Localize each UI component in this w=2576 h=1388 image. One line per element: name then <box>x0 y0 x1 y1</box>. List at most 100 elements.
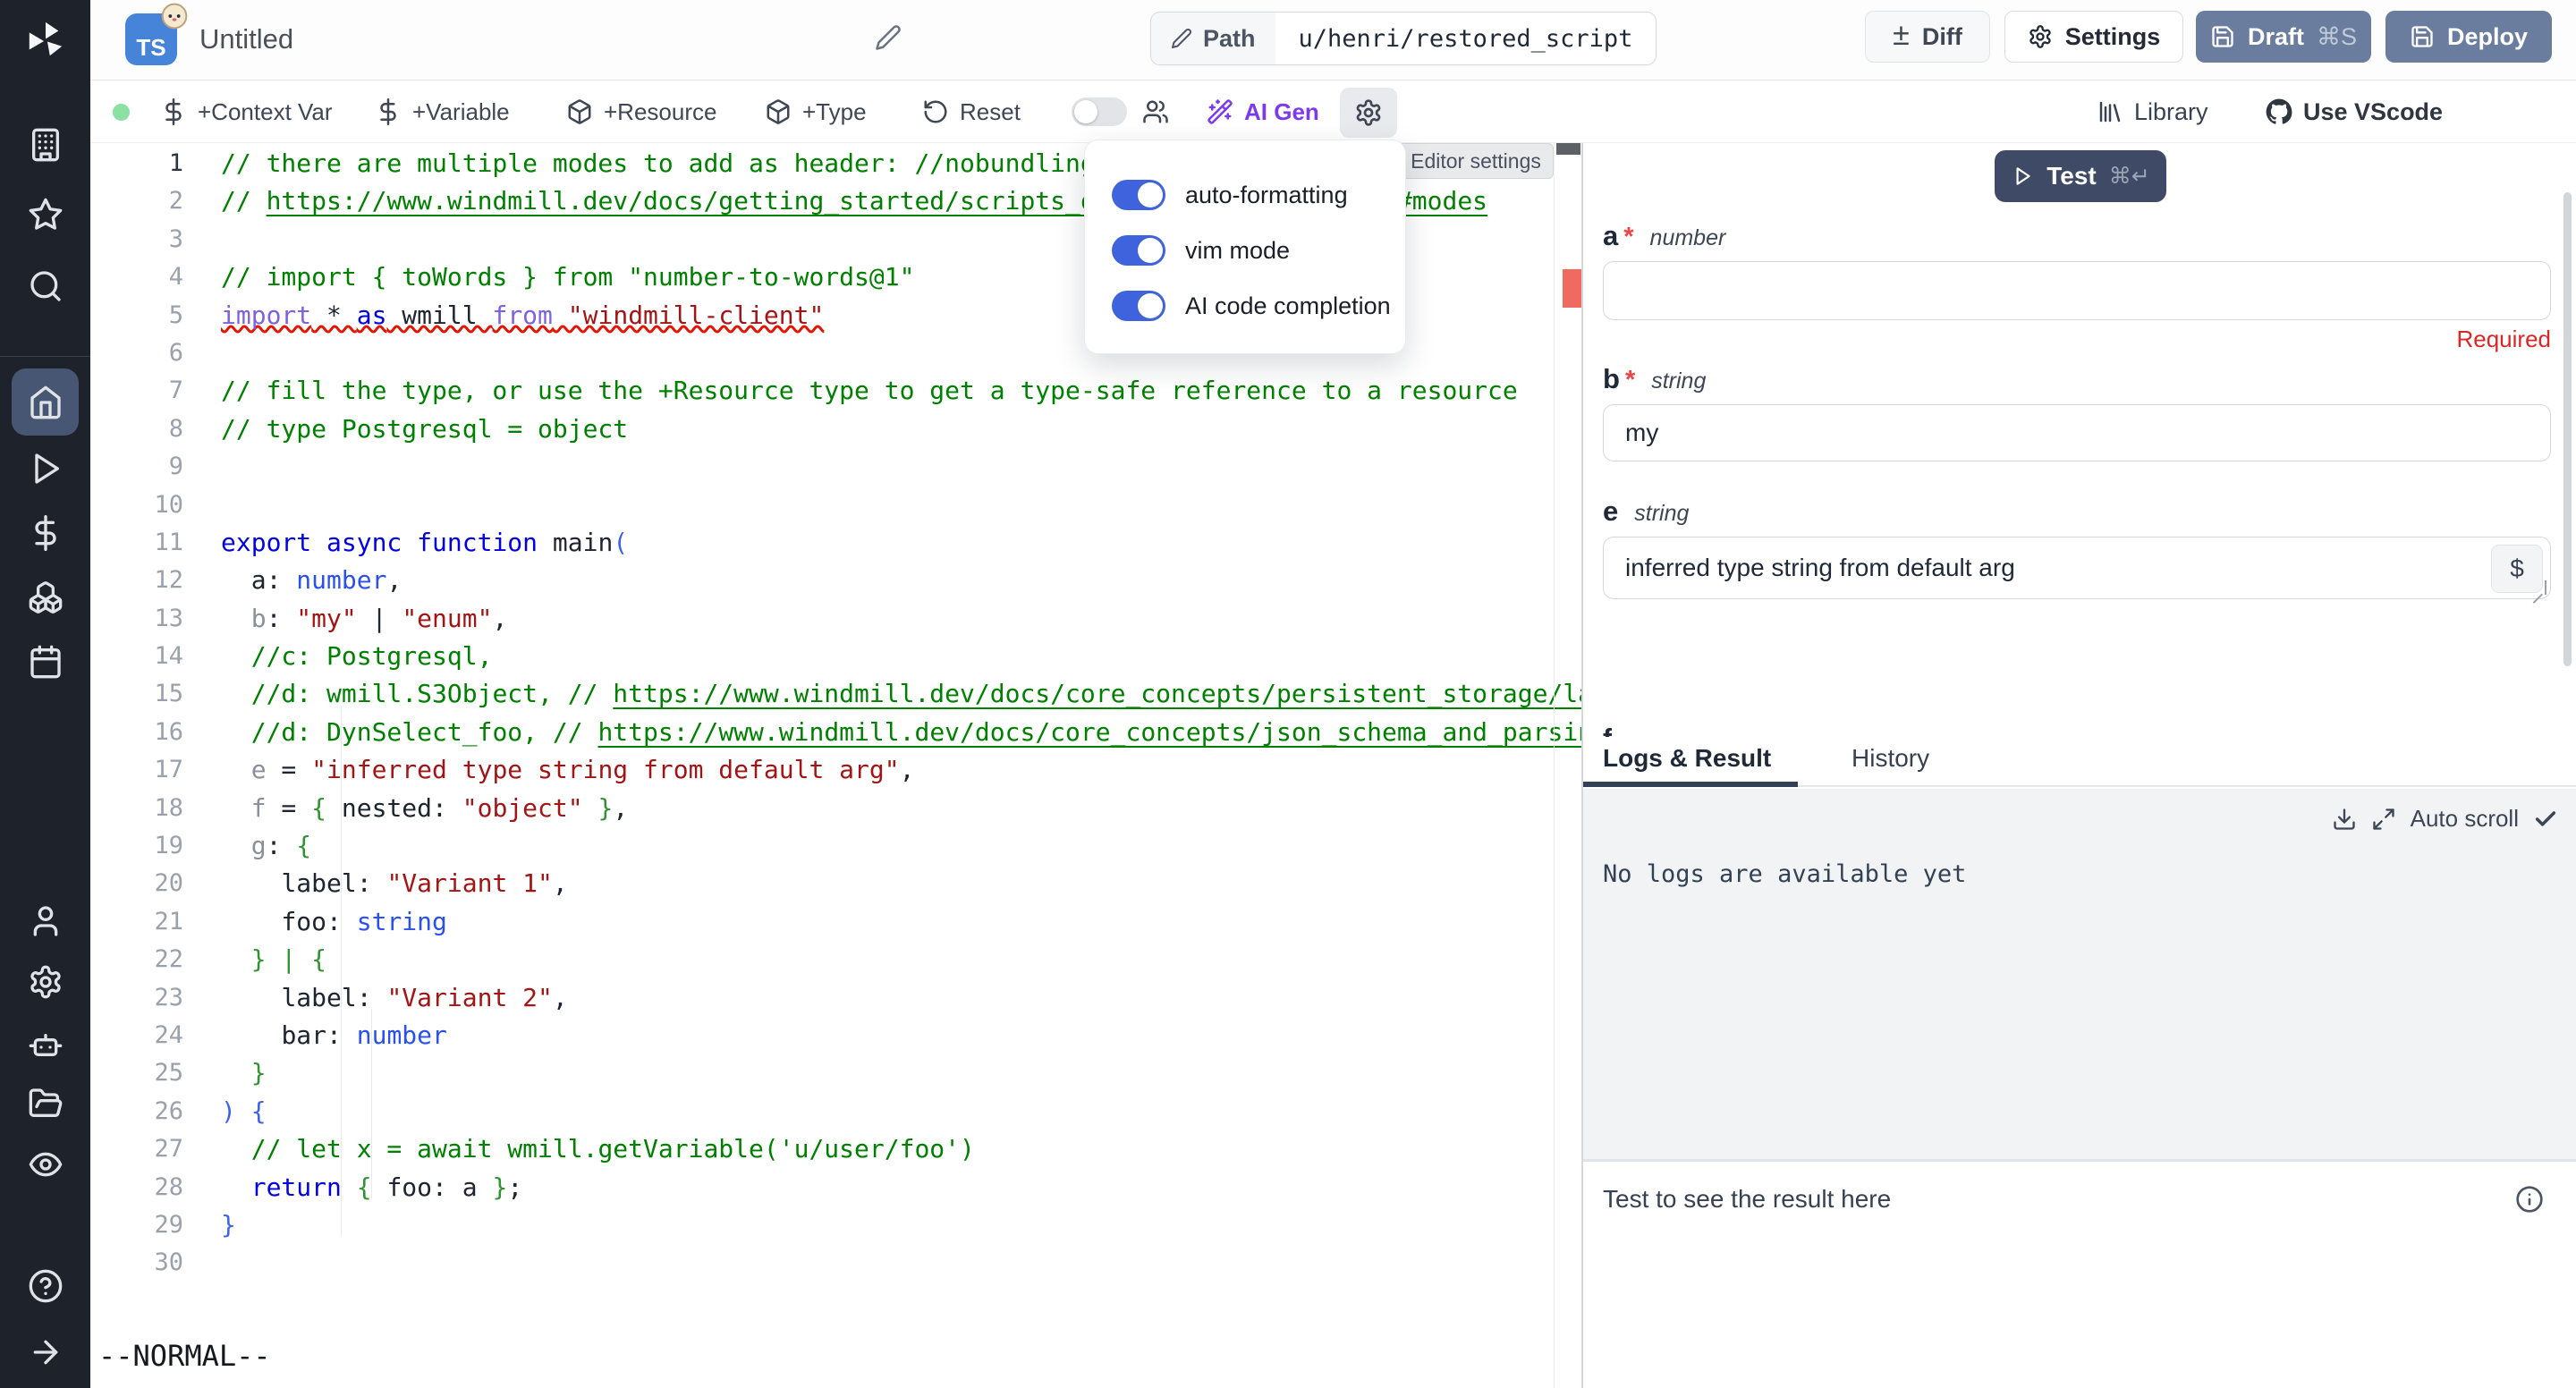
toggle-switch[interactable] <box>1112 180 1165 210</box>
play-icon <box>2011 165 2034 188</box>
result-placeholder: Test to see the result here <box>1603 1185 1891 1214</box>
resize-handle[interactable] <box>2532 580 2546 595</box>
editor-settings-dropdown: auto-formatting vim mode AI code completio… <box>1084 140 1406 354</box>
code-line[interactable]: bar: number <box>221 1017 1555 1054</box>
code-line[interactable]: f = { nested: "object" }, <box>221 790 1555 827</box>
path-field[interactable]: Path u/henri/restored_script <box>1150 12 1657 65</box>
workspace-icon[interactable] <box>0 113 90 177</box>
sidebar-item-schedules[interactable] <box>0 630 90 694</box>
add-context-var-button[interactable]: +Context Var <box>160 80 333 143</box>
help-icon[interactable] <box>0 1254 90 1318</box>
path-label: Path <box>1151 13 1275 64</box>
reset-button[interactable]: Reset <box>922 80 1021 143</box>
vim-mode-status: --NORMAL-- <box>98 1339 271 1373</box>
tab-history[interactable]: History <box>1852 744 1929 773</box>
sidebar-item-users[interactable] <box>0 889 90 953</box>
autoscroll-label[interactable]: Auto scroll <box>2411 805 2519 833</box>
field-b-label: b* string <box>1603 363 1706 395</box>
code-line[interactable]: //d: wmill.S3Object, // https://www.wind… <box>221 675 1555 713</box>
code-line[interactable]: label: "Variant 2", <box>221 979 1555 1017</box>
info-icon[interactable] <box>2515 1185 2544 1214</box>
code-line[interactable]: // fill the type, or use the +Resource t… <box>221 372 1555 410</box>
code-line[interactable]: //d: DynSelect_foo, // https://www.windm… <box>221 714 1555 751</box>
line-number: 23 <box>90 979 221 1017</box>
editor-setting-row: vim mode <box>1112 223 1405 278</box>
code-line[interactable] <box>221 448 1555 486</box>
sidebar-item-audit-logs[interactable] <box>0 1132 90 1197</box>
code-line[interactable]: ) { <box>221 1093 1555 1130</box>
field-a-required-error: Required <box>1603 326 2551 353</box>
sidebar-item-runs[interactable] <box>0 436 90 501</box>
field-a-label: a* number <box>1603 220 1725 252</box>
expand-sidebar-arrow-icon[interactable] <box>0 1320 90 1384</box>
sidebar-item-variables[interactable] <box>0 501 90 565</box>
code-line[interactable]: } <box>221 1054 1555 1092</box>
windmill-logo[interactable] <box>0 8 90 72</box>
editor-setting-row: AI code completion <box>1112 278 1405 334</box>
code-line[interactable] <box>221 1244 1555 1282</box>
search-icon[interactable] <box>0 254 90 318</box>
field-a-input[interactable] <box>1603 261 2551 320</box>
sidebar-item-resources[interactable] <box>0 565 90 630</box>
toggle-switch[interactable] <box>1112 291 1165 321</box>
test-button[interactable]: Test ⌘↵ <box>1995 150 2166 202</box>
field-e-input[interactable]: inferred type string from default arg $ <box>1603 537 2551 599</box>
code-line[interactable] <box>221 487 1555 524</box>
editor-setting-row: auto-formatting <box>1112 167 1405 223</box>
editor-toolbar: +Context Var +Variable +Resource +Type R… <box>90 80 2576 143</box>
line-number: 10 <box>90 487 221 524</box>
diff-button[interactable]: ± Diff <box>1865 11 1990 63</box>
format-on-save-toggle[interactable] <box>1072 97 1127 126</box>
editor-scrollbar-thumb[interactable] <box>1556 143 1580 155</box>
expand-logs-icon[interactable] <box>2371 807 2396 832</box>
draft-button[interactable]: Draft ⌘S <box>2196 11 2371 63</box>
line-number: 5 <box>90 297 221 334</box>
code-line[interactable]: } | { <box>221 941 1555 978</box>
use-vscode-button[interactable]: Use VScode <box>2266 80 2443 143</box>
line-number: 22 <box>90 941 221 978</box>
sidebar-item-workers[interactable] <box>0 1011 90 1075</box>
error-overview-mark <box>1563 269 1581 308</box>
deploy-button[interactable]: Deploy <box>2385 11 2552 63</box>
code-line[interactable]: return { foo: a }; <box>221 1169 1555 1206</box>
toggle-switch[interactable] <box>1112 235 1165 266</box>
add-type-button[interactable]: +Type <box>765 80 867 143</box>
code-line[interactable]: //c: Postgresql, <box>221 638 1555 675</box>
code-line[interactable]: } <box>221 1206 1555 1244</box>
code-line[interactable]: g: { <box>221 827 1555 865</box>
sidebar-item-settings[interactable] <box>0 950 90 1014</box>
add-variable-button[interactable]: +Variable <box>375 80 510 143</box>
line-number: 20 <box>90 865 221 902</box>
code-line[interactable]: // let x = await wmill.getVariable('u/us… <box>221 1130 1555 1168</box>
sidebar-item-home[interactable] <box>12 368 79 436</box>
left-sidebar <box>0 0 90 1388</box>
tab-logs-result[interactable]: Logs & Result <box>1603 744 1771 773</box>
code-line[interactable]: export async function main( <box>221 524 1555 562</box>
multiplayer-icon[interactable] <box>1142 80 1169 143</box>
indent-guide <box>371 1009 372 1198</box>
download-logs-icon[interactable] <box>2332 807 2357 832</box>
toggle-label: AI code completion <box>1185 292 1391 320</box>
toggle-label: auto-formatting <box>1185 182 1348 209</box>
code-line[interactable]: a: number, <box>221 562 1555 599</box>
code-line[interactable]: label: "Variant 1", <box>221 865 1555 902</box>
favorites-star-icon[interactable] <box>0 182 90 247</box>
field-b-input[interactable]: my <box>1603 404 2551 461</box>
form-scrollbar-thumb[interactable] <box>2563 192 2572 666</box>
code-line[interactable]: // type Postgresql = object <box>221 410 1555 448</box>
line-number-gutter: 1234567891011121314151617181920212223242… <box>90 145 221 1282</box>
library-button[interactable]: Library <box>2097 80 2208 143</box>
add-resource-button[interactable]: +Resource <box>566 80 716 143</box>
editor-settings-gear-button[interactable] <box>1340 88 1397 138</box>
code-line[interactable]: e = "inferred type string from default a… <box>221 751 1555 789</box>
sidebar-item-folders[interactable] <box>0 1071 90 1136</box>
ai-gen-button[interactable]: AI Gen <box>1207 80 1319 143</box>
path-value: u/henri/restored_script <box>1275 13 1657 64</box>
code-line[interactable]: foo: string <box>221 903 1555 941</box>
line-number: 12 <box>90 562 221 599</box>
run-panel: Test ⌘↵ a* number Required b* string my … <box>1581 143 2576 1388</box>
code-line[interactable]: b: "my" | "enum", <box>221 600 1555 638</box>
edit-summary-pencil-icon[interactable] <box>875 24 902 51</box>
settings-button[interactable]: Settings <box>2004 11 2183 63</box>
draft-shortcut: ⌘S <box>2317 23 2357 51</box>
